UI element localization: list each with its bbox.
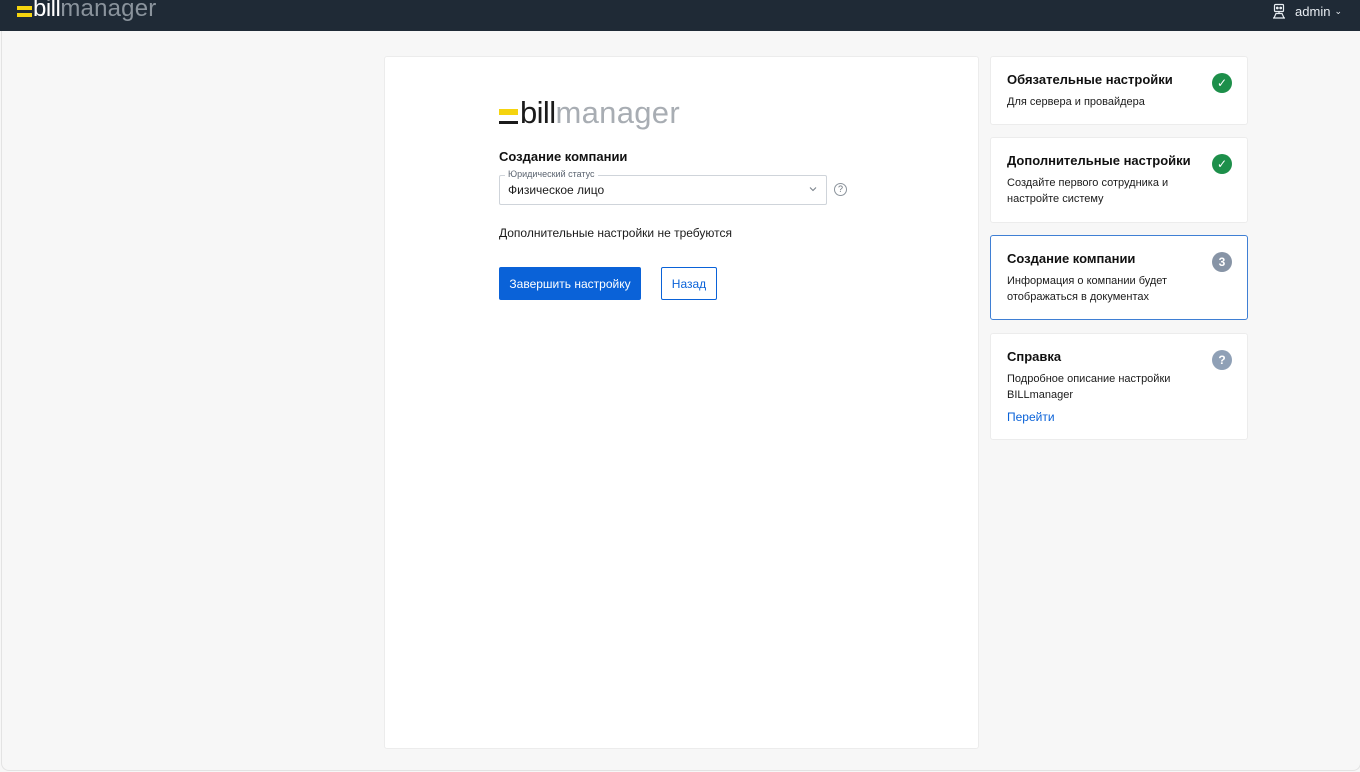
back-button[interactable]: Назад: [661, 267, 717, 300]
brand-logo[interactable]: bill manager: [17, 0, 156, 23]
step-description: Создайте первого сотрудника и настройте …: [1007, 177, 1169, 205]
setup-form-card: bill manager Создание компании Юридическ…: [384, 56, 979, 749]
question-icon: ?: [1212, 350, 1232, 370]
info-note: Дополнительные настройки не требуются: [499, 226, 733, 240]
user-menu[interactable]: admin ⌄: [1270, 2, 1342, 20]
step-card-company[interactable]: Создание компании Информация о компании …: [990, 235, 1248, 320]
step-description: Для сервера и провайдера: [1007, 96, 1145, 108]
help-link[interactable]: Перейти: [1007, 410, 1055, 424]
legal-status-select[interactable]: Юридический статус Физическое лицо: [499, 169, 827, 205]
brand-mark-icon: [17, 6, 32, 17]
check-icon: ✓: [1212, 73, 1232, 93]
step-title: Дополнительные настройки: [1007, 153, 1191, 168]
finish-setup-button[interactable]: Завершить настройку: [499, 267, 641, 300]
check-icon: ✓: [1212, 154, 1232, 174]
step-number-badge: 3: [1212, 252, 1232, 272]
legal-status-value: Физическое лицо: [508, 183, 605, 197]
step-card-additional[interactable]: Дополнительные настройки Создайте первог…: [990, 137, 1248, 223]
logo-manager-text: manager: [555, 95, 680, 130]
legal-status-label: Юридический статус: [505, 169, 598, 180]
step-title: Создание компании: [1007, 251, 1136, 266]
step-description: Подробное описание настройки BILLmanager: [1007, 373, 1171, 401]
step-card-required[interactable]: Обязательные настройки Для сервера и про…: [990, 56, 1248, 125]
chevron-down-icon: ⌄: [1334, 5, 1342, 16]
page-title: Создание компании: [499, 149, 628, 164]
top-bar: bill manager admin ⌄: [0, 0, 1360, 31]
help-icon[interactable]: ?: [834, 183, 847, 196]
logo-bill-text: bill: [520, 95, 556, 130]
step-title: Обязательные настройки: [1007, 72, 1173, 87]
user-name: admin: [1295, 3, 1331, 19]
logo-mark-icon: [499, 109, 518, 124]
brand-bill-text: bill: [33, 0, 61, 22]
chevron-down-icon: [809, 187, 817, 192]
step-card-help: Справка Подробное описание настройки BIL…: [990, 333, 1248, 440]
billmanager-logo: bill manager: [499, 95, 680, 131]
brand-manager-text: manager: [60, 0, 157, 22]
user-robot-icon: [1273, 3, 1286, 19]
step-title: Справка: [1007, 349, 1062, 364]
step-description: Информация о компании будет отображаться…: [1007, 275, 1168, 303]
